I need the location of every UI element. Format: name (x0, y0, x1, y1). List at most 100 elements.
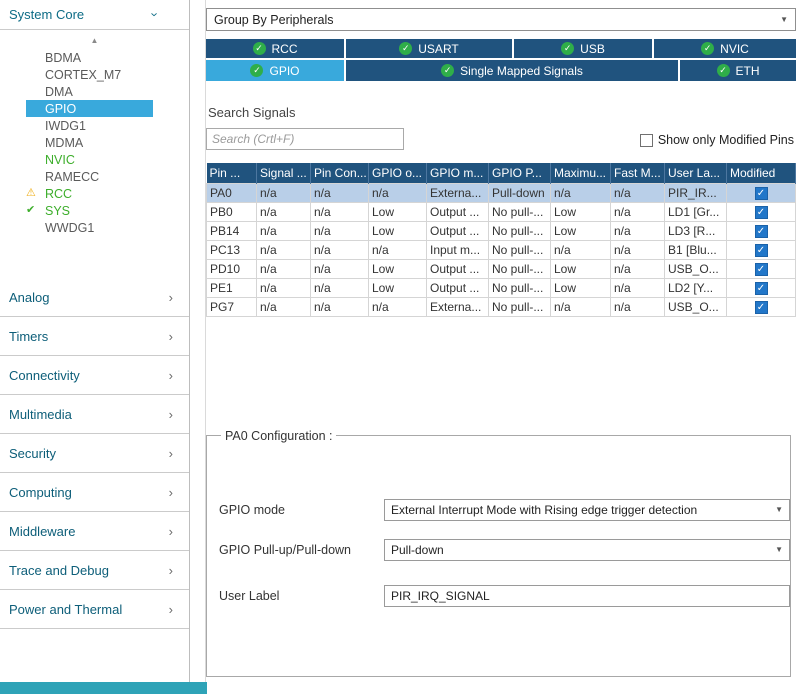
cell: PA0 (207, 183, 257, 202)
cell: n/a (311, 278, 369, 297)
tab-eth[interactable]: ✓ETH (680, 60, 796, 81)
sidebar-category-label: Multimedia (9, 407, 72, 422)
cell: n/a (257, 183, 311, 202)
modified-checkbox[interactable]: ✓ (755, 301, 768, 314)
tab-rcc[interactable]: ✓RCC (206, 39, 344, 58)
field-row-user-label-input: User LabelPIR_IRQ_SIGNAL (219, 585, 790, 607)
sidebar-item-nvic[interactable]: NVIC (26, 151, 153, 168)
column-header[interactable]: GPIO P... (489, 163, 551, 183)
cell: n/a (611, 240, 665, 259)
sidebar-item-rcc[interactable]: ⚠RCC (26, 185, 153, 202)
sidebar-category-middleware[interactable]: Middleware› (0, 512, 189, 551)
column-header[interactable]: User La... (665, 163, 727, 183)
column-header[interactable]: GPIO m... (427, 163, 489, 183)
sidebar-category-system-core[interactable]: System Core › (0, 0, 189, 30)
sidebar-item-ramecc[interactable]: RAMECC (26, 168, 153, 185)
chevron-right-icon: › (169, 563, 173, 578)
sidebar-item-mdma[interactable]: MDMA (26, 134, 153, 151)
cell: n/a (611, 183, 665, 202)
table-row-pd10[interactable]: PD10n/an/aLowOutput ...No pull-...Lown/a… (207, 259, 796, 278)
sidebar-category-connectivity[interactable]: Connectivity› (0, 356, 189, 395)
cell: n/a (257, 297, 311, 316)
sidebar-item-cortex_m7[interactable]: CORTEX_M7 (26, 66, 153, 83)
sidebar-item-gpio[interactable]: GPIO (26, 100, 153, 117)
check-circle-icon: ✓ (399, 42, 412, 55)
sidebar-item-sys[interactable]: ✔SYS (26, 202, 153, 219)
modified-cell: ✓ (727, 240, 796, 259)
column-header[interactable]: Pin Con... (311, 163, 369, 183)
sidebar-item-label: CORTEX_M7 (42, 68, 124, 82)
peripheral-sidebar: System Core › ▲ BDMA CORTEX_M7DMAGPIOIWDG… (0, 0, 190, 694)
column-header[interactable]: Maximu... (551, 163, 611, 183)
modified-checkbox[interactable]: ✓ (755, 225, 768, 238)
column-header[interactable]: Fast M... (611, 163, 665, 183)
column-header[interactable]: GPIO o... (369, 163, 427, 183)
peripheral-config-window: System Core › ▲ BDMA CORTEX_M7DMAGPIOIWDG… (0, 0, 796, 694)
mode-and-configuration-panel: Group By Peripherals ▼ ✓RCC✓USART✓USB✓NV… (206, 0, 796, 694)
pin-signals-table: Pin ...Signal ...Pin Con...GPIO o...GPIO… (206, 163, 796, 317)
sidebar-category-trace-and-debug[interactable]: Trace and Debug› (0, 551, 189, 590)
chevron-right-icon: › (169, 329, 173, 344)
sidebar-item-bdma[interactable]: BDMA (26, 49, 153, 66)
table-row-pa0[interactable]: PA0n/an/an/aExterna...Pull-downn/an/aPIR… (207, 183, 796, 202)
cell: PB14 (207, 221, 257, 240)
search-signals-input[interactable] (206, 128, 404, 150)
pin-configuration-fields: GPIO modeExternal Interrupt Mode with Ri… (219, 499, 790, 607)
modified-checkbox[interactable]: ✓ (755, 244, 768, 257)
cell: B1 [Blu... (665, 240, 727, 259)
sidebar-category-multimedia[interactable]: Multimedia› (0, 395, 189, 434)
table-row-pc13[interactable]: PC13n/an/an/aInput m...No pull-...n/an/a… (207, 240, 796, 259)
sidebar-category-label: Power and Thermal (9, 602, 122, 617)
system-core-label: System Core (9, 7, 84, 22)
scroll-up-icon[interactable]: ▲ (0, 33, 189, 48)
table-row-pg7[interactable]: PG7n/an/an/aExterna...No pull-...n/an/aU… (207, 297, 796, 316)
cell: Low (551, 278, 611, 297)
modified-checkbox[interactable]: ✓ (755, 187, 768, 200)
sidebar-category-timers[interactable]: Timers› (0, 317, 189, 356)
modified-checkbox[interactable]: ✓ (755, 263, 768, 276)
table-row-pb0[interactable]: PB0n/an/aLowOutput ...No pull-...Lown/aL… (207, 202, 796, 221)
modified-cell: ✓ (727, 183, 796, 202)
group-by-dropdown[interactable]: Group By Peripherals ▼ (206, 8, 796, 31)
sidebar-item-label: SYS (42, 204, 73, 218)
modified-checkbox[interactable]: ✓ (755, 206, 768, 219)
sidebar-item-dma[interactable]: DMA (26, 83, 153, 100)
sidebar-item-iwdg1[interactable]: IWDG1 (26, 117, 153, 134)
tab-usb[interactable]: ✓USB (514, 39, 652, 58)
sidebar-category-analog[interactable]: Analog› (0, 278, 189, 317)
cell: n/a (551, 183, 611, 202)
sidebar-category-security[interactable]: Security› (0, 434, 189, 473)
show-only-modified-checkbox[interactable] (640, 134, 653, 147)
cell: Low (369, 221, 427, 240)
modified-checkbox[interactable]: ✓ (755, 282, 768, 295)
column-header[interactable]: Modified (727, 163, 796, 183)
modified-cell: ✓ (727, 259, 796, 278)
cell: No pull-... (489, 297, 551, 316)
cell: n/a (311, 240, 369, 259)
panel-divider[interactable] (190, 0, 206, 694)
cell: PIR_IR... (665, 183, 727, 202)
cell: USB_O... (665, 297, 727, 316)
gpio-pull-select[interactable]: Pull-down▼ (384, 539, 790, 561)
peripheral-tab-row-2: ✓GPIO✓Single Mapped Signals✓ETH (206, 60, 796, 81)
table-row-pb14[interactable]: PB14n/an/aLowOutput ...No pull-...Lown/a… (207, 221, 796, 240)
cell: No pull-... (489, 259, 551, 278)
tab-nvic[interactable]: ✓NVIC (654, 39, 796, 58)
tab-gpio[interactable]: ✓GPIO (206, 60, 344, 81)
tab-usart[interactable]: ✓USART (346, 39, 512, 58)
cell: n/a (257, 221, 311, 240)
tab-single-mapped-signals[interactable]: ✓Single Mapped Signals (346, 60, 678, 81)
cell: Low (551, 259, 611, 278)
column-header[interactable]: Pin ... (207, 163, 257, 183)
user-label-input[interactable]: PIR_IRQ_SIGNAL (384, 585, 790, 607)
gpio-mode-select[interactable]: External Interrupt Mode with Rising edge… (384, 499, 790, 521)
sidebar-item-wwdg1[interactable]: WWDG1 (26, 219, 153, 236)
sidebar-category-power-and-thermal[interactable]: Power and Thermal› (0, 590, 189, 629)
cell: PC13 (207, 240, 257, 259)
cell: PG7 (207, 297, 257, 316)
table-row-pe1[interactable]: PE1n/an/aLowOutput ...No pull-...Lown/aL… (207, 278, 796, 297)
column-header[interactable]: Signal ... (257, 163, 311, 183)
sidebar-category-label: Security (9, 446, 56, 461)
sidebar-category-computing[interactable]: Computing› (0, 473, 189, 512)
dropdown-arrow-icon: ▼ (780, 15, 788, 24)
